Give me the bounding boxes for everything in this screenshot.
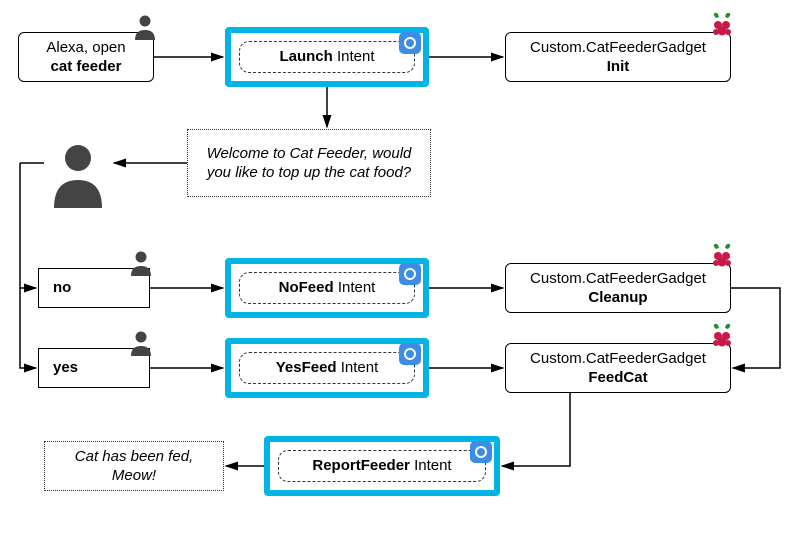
yesfeed-intent-box: YesFeed Intent bbox=[239, 352, 415, 384]
alexa-icon bbox=[470, 441, 492, 463]
nofeed-intent-box: NoFeed Intent bbox=[239, 272, 415, 304]
raspberry-pi-icon bbox=[708, 243, 736, 271]
gadget-cleanup: Custom.CatFeederGadgetCleanup bbox=[505, 263, 731, 313]
alexa-icon bbox=[399, 343, 421, 365]
alexa-icon bbox=[399, 263, 421, 285]
gadget-init: Custom.CatFeederGadgetInit bbox=[505, 32, 731, 82]
launch-intent-box: Launch Intent bbox=[239, 41, 415, 73]
user-large-icon bbox=[48, 140, 108, 215]
user-small-icon-yes bbox=[126, 328, 156, 363]
user-small-icon-no bbox=[126, 248, 156, 283]
raspberry-pi-icon bbox=[708, 12, 736, 40]
user-small-icon bbox=[130, 12, 160, 47]
alexa-icon bbox=[399, 32, 421, 54]
report-intent-box: ReportFeeder Intent bbox=[278, 450, 486, 482]
utterance-open-text: Alexa, open cat feeder bbox=[46, 38, 125, 77]
flow-diagram: Alexa, open cat feeder Launch Intent Cus… bbox=[0, 0, 800, 536]
gadget-feedcat: Custom.CatFeederGadgetFeedCat bbox=[505, 343, 731, 393]
fed-message: Cat has been fed, Meow! bbox=[44, 441, 224, 491]
welcome-message: Welcome to Cat Feeder, would you like to… bbox=[187, 129, 431, 197]
raspberry-pi-icon bbox=[708, 323, 736, 351]
